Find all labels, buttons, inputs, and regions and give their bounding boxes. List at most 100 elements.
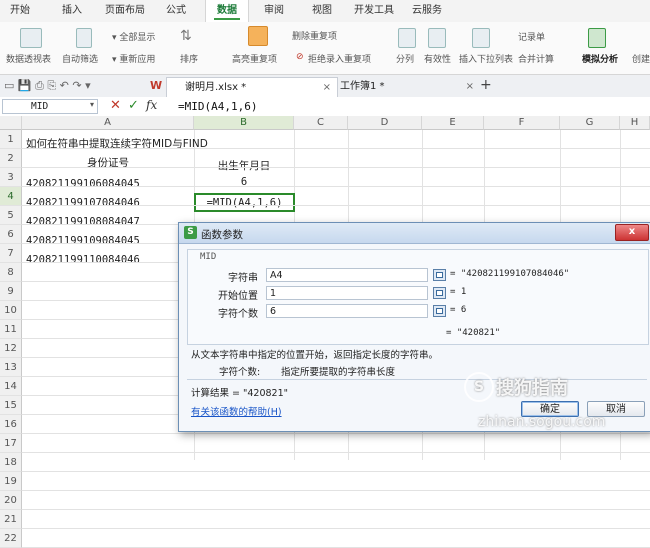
column-header-g[interactable]: G xyxy=(560,116,620,130)
highlight-duplicates-button[interactable]: 高亮重复项 xyxy=(232,52,277,65)
tab-home[interactable]: 开始 xyxy=(6,0,34,22)
row-header[interactable]: 3 xyxy=(0,168,22,187)
row-header[interactable]: 14 xyxy=(0,377,22,396)
split-button[interactable]: 分列 xyxy=(396,52,414,65)
row-header[interactable]: 4 xyxy=(0,187,22,206)
cell-b4: =MID(A4,1,6) xyxy=(206,197,283,209)
insert-function-button[interactable]: fx xyxy=(146,98,157,112)
tab-view[interactable]: 视图 xyxy=(308,0,336,22)
cell-a3[interactable]: 420821199106084045 xyxy=(26,178,140,190)
validity-icon[interactable] xyxy=(428,28,446,48)
range-select-icon[interactable] xyxy=(433,305,446,317)
tab-cloud[interactable]: 云服务 xyxy=(408,0,446,22)
new-tab-button[interactable]: + xyxy=(480,77,492,93)
pivot-table-button[interactable]: 数据透视表 xyxy=(6,52,51,65)
column-header-h[interactable]: H xyxy=(620,116,650,130)
gridline xyxy=(22,509,650,510)
row-header[interactable]: 13 xyxy=(0,358,22,377)
name-box[interactable]: MID xyxy=(2,99,98,114)
arg1-result: = "420821199107084046" xyxy=(450,269,570,279)
validity-button[interactable]: 有效性 xyxy=(424,52,451,65)
column-header-f[interactable]: F xyxy=(484,116,560,130)
cell-a4[interactable]: 420821199107084046 xyxy=(26,197,140,209)
select-all-corner[interactable] xyxy=(0,116,22,130)
doc-tab-workbook[interactable]: 工作簿1 * × xyxy=(322,77,480,96)
highlight-duplicates-icon[interactable] xyxy=(248,26,268,46)
column-header-b[interactable]: B xyxy=(194,116,294,130)
row-header[interactable]: 12 xyxy=(0,339,22,358)
param-description: 指定所要提取的字符串长度 xyxy=(281,367,396,378)
row-header[interactable]: 15 xyxy=(0,396,22,415)
row-header[interactable]: 18 xyxy=(0,453,22,472)
dialog-close-button[interactable]: x xyxy=(615,224,649,241)
sort-button[interactable]: 排序 xyxy=(180,52,198,65)
column-header-c[interactable]: C xyxy=(294,116,348,130)
column-header-e[interactable]: E xyxy=(422,116,484,130)
chevron-down-icon[interactable]: ▾ xyxy=(90,100,94,109)
simulate-analysis-icon[interactable] xyxy=(588,28,606,48)
pivot-table-icon[interactable] xyxy=(20,28,42,48)
tab-developer[interactable]: 开发工具 xyxy=(350,0,398,22)
insert-dropdown-button[interactable]: 插入下拉列表 xyxy=(459,52,513,65)
confirm-formula-icon[interactable]: ✓ xyxy=(128,98,139,113)
tab-page-layout[interactable]: 页面布局 xyxy=(100,0,150,22)
column-header-a[interactable]: A xyxy=(22,116,194,130)
reapply-label: 重新应用 xyxy=(119,55,156,65)
filter-icon[interactable] xyxy=(76,28,92,48)
row-header[interactable]: 9 xyxy=(0,282,22,301)
sogou-logo-icon: S xyxy=(464,372,494,402)
row-header[interactable]: 11 xyxy=(0,320,22,339)
cell-a5[interactable]: 420821199108084047 xyxy=(26,216,140,228)
tab-formulas[interactable]: 公式 xyxy=(162,0,190,22)
column-header-d[interactable]: D xyxy=(348,116,422,130)
active-cell-b4[interactable]: =MID(A4,1,6) xyxy=(194,193,295,212)
help-link[interactable]: 有关该函数的帮助(H) xyxy=(191,404,282,418)
autofilter-button[interactable]: 自动筛选 xyxy=(62,52,98,65)
cell-a6[interactable]: 420821199109084045 xyxy=(26,235,140,247)
row-header[interactable]: 5 xyxy=(0,206,22,225)
row-header[interactable]: 10 xyxy=(0,301,22,320)
arg1-input[interactable]: A4 xyxy=(266,268,428,282)
row-header[interactable]: 20 xyxy=(0,491,22,510)
records-button[interactable]: 记录单 xyxy=(518,30,545,43)
row-header[interactable]: 22 xyxy=(0,529,22,548)
reject-duplicates-button[interactable]: 拒绝录入重复项 xyxy=(308,52,371,65)
arg3-input[interactable]: 6 xyxy=(266,304,428,318)
quick-access-icons[interactable]: ▭ 💾 ⎙ ⎘ ↶ ↷ ▾ xyxy=(4,79,91,93)
merge-calc-button[interactable]: 合并计算 xyxy=(518,52,554,65)
row-header[interactable]: 7 xyxy=(0,244,22,263)
tab-review[interactable]: 审阅 xyxy=(260,0,288,22)
show-all-button[interactable]: ▾ 全部显示 xyxy=(112,30,155,43)
dialog-titlebar[interactable]: S 函数参数 x xyxy=(179,223,650,244)
delete-duplicates-button[interactable]: 删除重复项 xyxy=(292,29,337,42)
arg2-input[interactable]: 1 xyxy=(266,286,428,300)
row-header[interactable]: 2 xyxy=(0,149,22,168)
row-header[interactable]: 19 xyxy=(0,472,22,491)
cell-a7[interactable]: 420821199110084046 xyxy=(26,254,140,266)
create-button[interactable]: 创建 xyxy=(632,52,650,65)
doc-tab-active[interactable]: 谢明月.xlsx * × xyxy=(166,77,338,97)
reject-duplicates-icon[interactable]: ⊘ xyxy=(296,52,304,62)
cell-b2[interactable]: 出生年月日 xyxy=(194,158,294,173)
range-select-icon[interactable] xyxy=(433,287,446,299)
close-icon[interactable]: × xyxy=(466,77,474,96)
tab-insert[interactable]: 插入 xyxy=(58,0,86,22)
split-icon[interactable] xyxy=(398,28,416,48)
cancel-formula-icon[interactable]: ✕ xyxy=(110,98,121,113)
range-select-icon[interactable] xyxy=(433,269,446,281)
row-header[interactable]: 8 xyxy=(0,263,22,282)
row-header[interactable]: 6 xyxy=(0,225,22,244)
formula-input[interactable]: =MID(A4,1,6) xyxy=(178,100,257,113)
insert-dropdown-icon[interactable] xyxy=(472,28,490,48)
gridline xyxy=(22,433,650,434)
row-header[interactable]: 1 xyxy=(0,130,22,149)
row-header[interactable]: 21 xyxy=(0,510,22,529)
sort-asc-icon[interactable]: ⇅ xyxy=(180,28,192,44)
row-header[interactable]: 17 xyxy=(0,434,22,453)
simulate-analysis-button[interactable]: 模拟分析 xyxy=(582,52,618,65)
tab-data[interactable]: 数据 xyxy=(205,0,249,23)
arg3-result: = 6 xyxy=(450,305,467,315)
divider xyxy=(187,379,647,380)
reapply-button[interactable]: ▾ 重新应用 xyxy=(112,52,155,65)
row-header[interactable]: 16 xyxy=(0,415,22,434)
